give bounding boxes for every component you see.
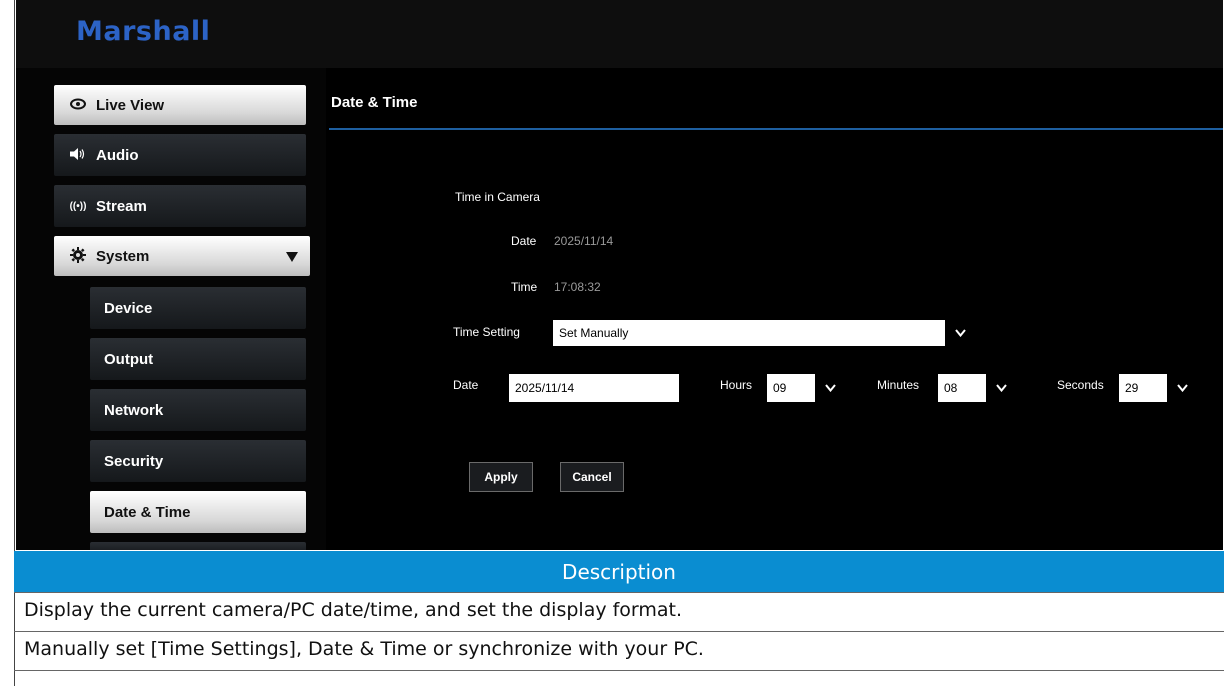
title-divider bbox=[329, 128, 1223, 130]
description-divider bbox=[14, 592, 1224, 593]
minutes-label: Minutes bbox=[877, 378, 920, 392]
camera-date-label: Date bbox=[511, 234, 537, 248]
screenshot-panel: Marshall Live View Audio ((•)) Stream Sy… bbox=[16, 0, 1223, 550]
sidebar-item-stream[interactable]: ((•)) Stream bbox=[54, 185, 306, 227]
hours-chevron-down-icon[interactable] bbox=[817, 374, 843, 402]
description-heading: Description bbox=[14, 551, 1224, 592]
sidebar-item-device[interactable]: Device bbox=[90, 287, 306, 329]
description-divider bbox=[14, 670, 1224, 671]
sidebar-item-output[interactable]: Output bbox=[90, 338, 306, 380]
sidebar-item-label: Device bbox=[104, 299, 153, 317]
seconds-label: Seconds bbox=[1057, 378, 1104, 392]
cancel-button[interactable]: Cancel bbox=[560, 462, 624, 492]
time-in-camera-label: Time in Camera bbox=[455, 190, 540, 204]
date-field[interactable]: 2025/11/14 bbox=[509, 374, 679, 402]
top-bar: Marshall bbox=[16, 0, 1223, 68]
minutes-select[interactable]: 08 bbox=[938, 374, 986, 402]
sidebar-item-security[interactable]: Security bbox=[90, 440, 306, 482]
camera-date-value: 2025/11/14 bbox=[554, 234, 614, 248]
sidebar-item-label: Output bbox=[104, 350, 154, 368]
seconds-select[interactable]: 29 bbox=[1119, 374, 1167, 402]
hours-label: Hours bbox=[720, 378, 753, 392]
description-divider bbox=[14, 631, 1224, 632]
sidebar-item-network[interactable]: Network bbox=[90, 389, 306, 431]
sidebar-item-label: Stream bbox=[96, 197, 147, 215]
camera-time-value: 17:08:32 bbox=[554, 280, 601, 294]
sidebar: Live View Audio ((•)) Stream System Devi… bbox=[16, 68, 326, 550]
description-line-2: Manually set [Time Settings], Date & Tim… bbox=[24, 638, 704, 660]
gear-icon bbox=[68, 246, 88, 266]
sidebar-item-audio[interactable]: Audio bbox=[54, 134, 306, 176]
sidebar-item-label: Date & Time bbox=[104, 503, 191, 521]
apply-button[interactable]: Apply bbox=[469, 462, 533, 492]
time-setting-chevron-down-icon[interactable] bbox=[947, 320, 973, 346]
sidebar-item-date-time[interactable]: Date & Time bbox=[90, 491, 306, 533]
seconds-chevron-down-icon[interactable] bbox=[1169, 374, 1195, 402]
hours-select[interactable]: 09 bbox=[767, 374, 815, 402]
sidebar-item-system[interactable]: System bbox=[54, 236, 310, 276]
camera-time-label: Time bbox=[511, 280, 538, 294]
sidebar-item-label: Audio bbox=[96, 146, 139, 164]
sidebar-item-label: Network bbox=[104, 401, 164, 419]
broadcast-icon: ((•)) bbox=[69, 200, 87, 212]
time-setting-label: Time Setting bbox=[453, 325, 520, 339]
sidebar-item-label: Security bbox=[104, 452, 164, 470]
main-content: Date & Time Time in Camera Date 2025/11/… bbox=[329, 68, 1223, 550]
page-title: Date & Time bbox=[331, 94, 418, 111]
sidebar-item-label: System bbox=[96, 247, 150, 265]
eye-icon bbox=[68, 98, 88, 113]
sidebar-item-label: Live View bbox=[96, 96, 165, 114]
set-date-label: Date bbox=[453, 378, 479, 392]
caret-down-icon bbox=[286, 249, 298, 266]
description-line-1: Display the current camera/PC date/time,… bbox=[24, 599, 683, 621]
time-setting-select[interactable]: Set Manually bbox=[553, 320, 945, 346]
minutes-chevron-down-icon[interactable] bbox=[988, 374, 1014, 402]
marshall-logo: Marshall bbox=[76, 16, 211, 47]
sidebar-item-live-view[interactable]: Live View bbox=[54, 85, 306, 125]
sidebar-item-partial[interactable] bbox=[90, 542, 306, 550]
speaker-icon bbox=[68, 147, 88, 164]
